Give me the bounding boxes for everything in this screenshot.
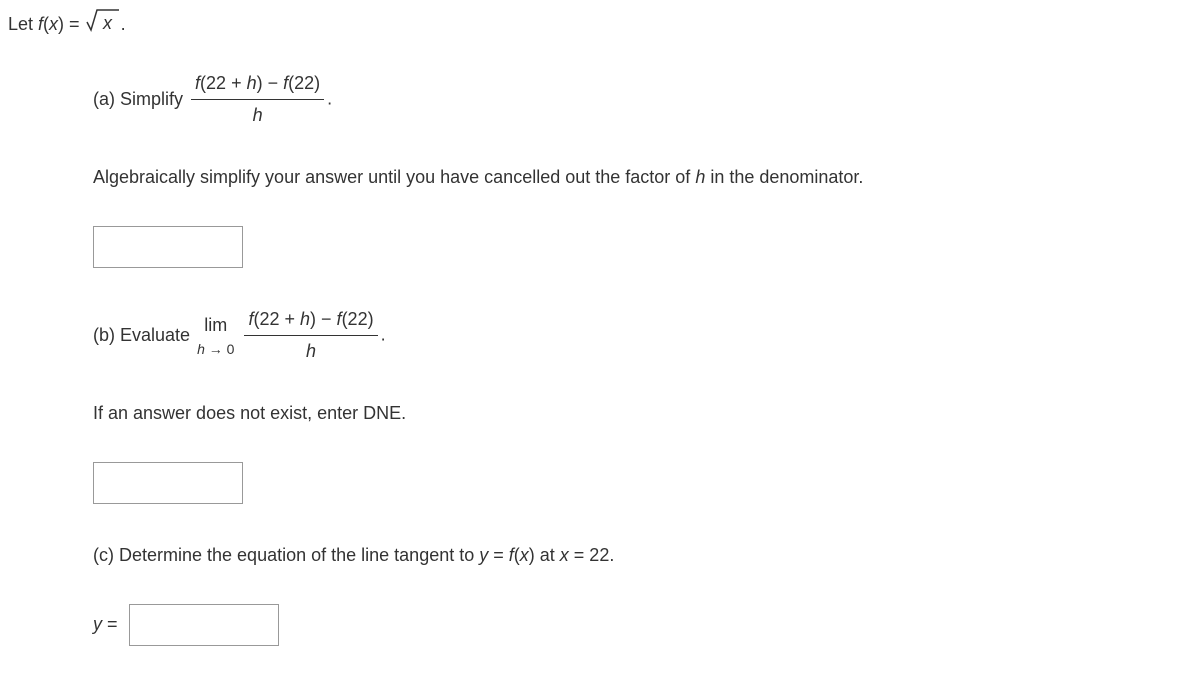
part-c: (c) Determine the equation of the line t… — [93, 542, 1188, 646]
part-c-question: (c) Determine the equation of the line t… — [93, 542, 1188, 569]
part-b-numerator: f(22 + h) − f(22) — [244, 306, 377, 336]
part-a-answer-row — [93, 226, 1188, 268]
intro-period: . — [121, 14, 126, 34]
part-b-label: (b) Evaluate — [93, 322, 190, 349]
part-c-answer-row: y = — [93, 604, 1188, 646]
part-b-answer-input[interactable] — [93, 462, 243, 504]
intro-let: Let — [8, 14, 38, 34]
intro-line: Let f(x) = x. — [8, 8, 1188, 42]
part-c-answer-input[interactable] — [129, 604, 279, 646]
part-b-period: . — [381, 324, 386, 344]
part-a: (a) Simplify f(22 + h) − f(22) h . Algeb… — [93, 70, 1188, 268]
part-b-answer-row — [93, 462, 1188, 504]
part-b-fraction: f(22 + h) − f(22) h — [244, 306, 377, 365]
part-c-y-label: y = — [93, 614, 118, 634]
svg-text:x: x — [102, 13, 113, 33]
part-b: (b) Evaluate lim h → 0 f(22 + h) − f(22)… — [93, 306, 1188, 504]
part-a-label: (a) Simplify — [93, 86, 183, 113]
part-a-answer-input[interactable] — [93, 226, 243, 268]
part-a-fraction: f(22 + h) − f(22) h — [191, 70, 324, 129]
part-b-instruction: If an answer does not exist, enter DNE. — [93, 400, 1188, 427]
part-b-denominator: h — [244, 336, 377, 365]
part-b-question: (b) Evaluate lim h → 0 f(22 + h) − f(22)… — [93, 306, 1188, 365]
part-a-instruction: Algebraically simplify your answer until… — [93, 164, 1188, 191]
sqrt-symbol: x — [85, 8, 121, 42]
intro-of-x: (x) = — [43, 14, 85, 34]
part-a-denominator: h — [191, 100, 324, 129]
part-a-numerator: f(22 + h) − f(22) — [191, 70, 324, 100]
part-a-period: . — [327, 88, 332, 108]
part-a-question: (a) Simplify f(22 + h) − f(22) h . — [93, 70, 1188, 129]
limit-notation: lim h → 0 — [197, 312, 234, 360]
